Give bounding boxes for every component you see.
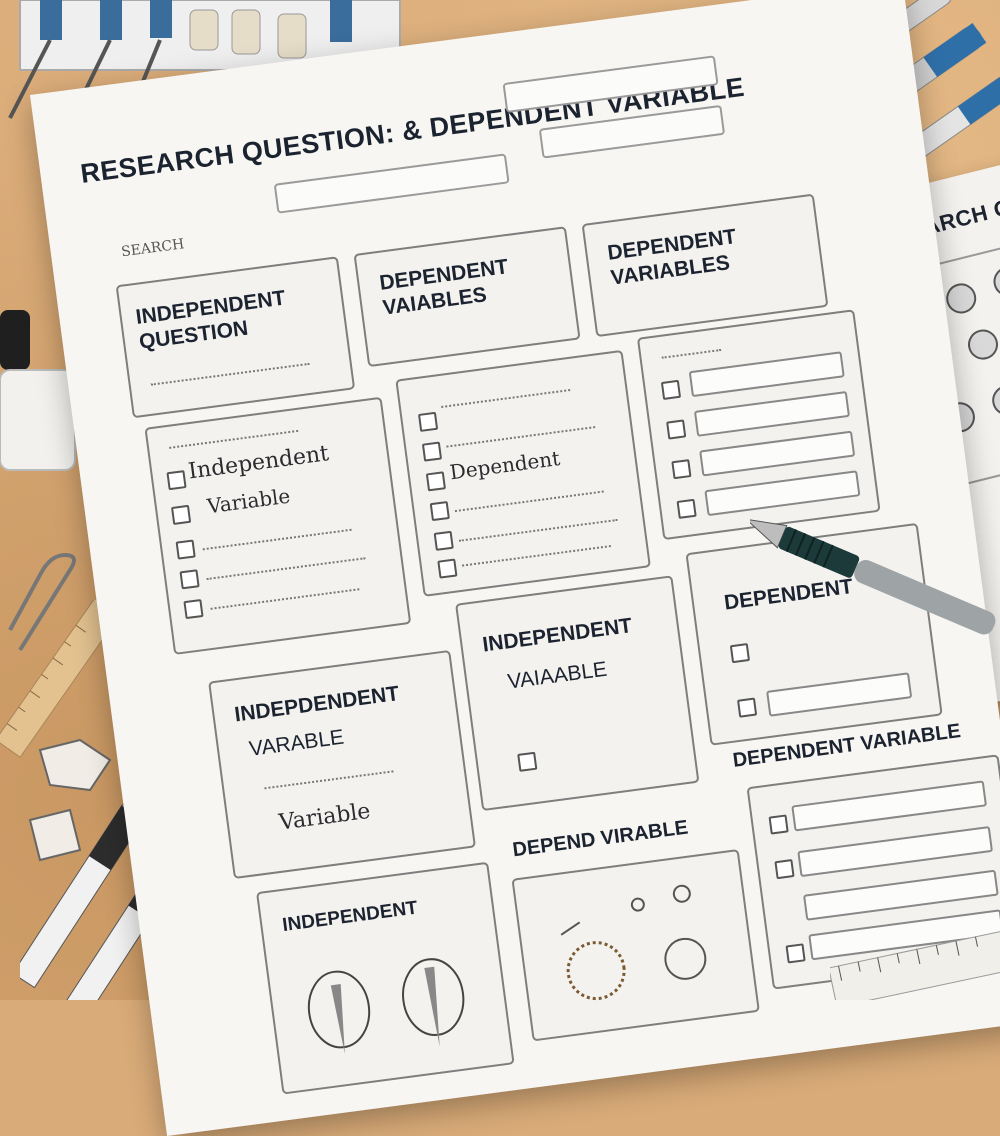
scribble-line [206, 557, 367, 586]
checkbox[interactable] [768, 814, 789, 835]
checkbox[interactable] [417, 411, 439, 432]
scribble-line [661, 348, 722, 364]
search-label: SEARCH [120, 236, 186, 261]
scribble-line [461, 545, 612, 572]
coin-icon [964, 326, 1000, 363]
checkbox[interactable] [666, 419, 687, 440]
box-dependent-checklist: Dependent [395, 349, 651, 597]
scribble-line [150, 362, 311, 391]
ring-drawing [560, 884, 707, 1001]
text-field[interactable] [699, 430, 856, 477]
checkbox[interactable] [774, 859, 795, 880]
checkbox[interactable] [429, 500, 450, 522]
text-field[interactable] [797, 825, 994, 878]
ruler-image [830, 930, 1000, 1000]
text-field[interactable] [693, 390, 851, 437]
handwritten-text: Dependent [448, 446, 562, 485]
checkbox[interactable] [517, 751, 538, 772]
scribble-line [454, 490, 605, 518]
scribble-line [441, 389, 571, 413]
text-field[interactable] [688, 351, 845, 398]
box-heading: INDEPDENDENT [233, 682, 401, 727]
checkbox[interactable] [421, 441, 443, 462]
checkbox[interactable] [660, 379, 682, 400]
checkbox[interactable] [183, 598, 204, 620]
checkbox[interactable] [729, 643, 751, 664]
text-field[interactable] [791, 780, 988, 832]
box-heading: VAIAABLE [506, 657, 609, 694]
checkbox[interactable] [425, 471, 446, 492]
coin-icon [990, 263, 1000, 300]
pen-image [750, 518, 996, 635]
box-heading: INDEPENDENT QUESTION [134, 286, 287, 354]
checkbox[interactable] [671, 459, 692, 480]
box-independent-variable-checklist: Independent Variable [144, 396, 412, 655]
checkbox[interactable] [179, 569, 200, 590]
checkbox[interactable] [170, 504, 192, 525]
box-dependent-variables: DEPENDENT VARIABLES [581, 193, 829, 338]
checkbox[interactable] [166, 470, 187, 491]
coin-icon [943, 280, 980, 317]
box-heading: DEPENDENT VARIABLES [606, 225, 738, 290]
scribble-line [264, 770, 395, 795]
scribble-line [210, 588, 361, 615]
box-independent-variable: INDEPENDENT VAIAABLE [455, 575, 700, 812]
scribble-line [446, 426, 596, 453]
box-heading: DEPENDENT VAIABLES [378, 255, 510, 320]
box-heading: VARABLE [247, 725, 346, 761]
box-independent-variable: INDEPDENDENT VARABLE Variable [208, 649, 477, 880]
box-heading: INDEPENDENT [481, 614, 634, 657]
handwritten-text: Variable [205, 483, 292, 519]
checkbox[interactable] [437, 558, 458, 579]
text-field[interactable] [766, 672, 913, 717]
box-independent-question: INDEPENDENT QUESTION [115, 256, 356, 419]
scribble-line [202, 528, 353, 556]
figure-drawing [307, 958, 465, 1055]
box-field-checklist [636, 309, 881, 541]
checkbox[interactable] [785, 943, 806, 964]
box-dependent-drawing [511, 848, 760, 1042]
depend-virable-heading: DEPEND VIRABLE [511, 816, 690, 862]
checkbox[interactable] [433, 530, 454, 551]
checkbox[interactable] [737, 697, 758, 718]
handwritten-text: Variable [277, 798, 372, 836]
checkbox[interactable] [175, 539, 196, 560]
checkbox[interactable] [676, 498, 697, 519]
box-dependent-variables: DEPENDENT VAIABLES [353, 226, 581, 368]
scribble-line [458, 518, 619, 547]
coin-icon [989, 382, 1000, 419]
box-heading: INDEPENDENT [281, 897, 419, 937]
box-independent-drawing: INDEPENDENT [256, 861, 515, 1095]
title-field [273, 153, 510, 214]
